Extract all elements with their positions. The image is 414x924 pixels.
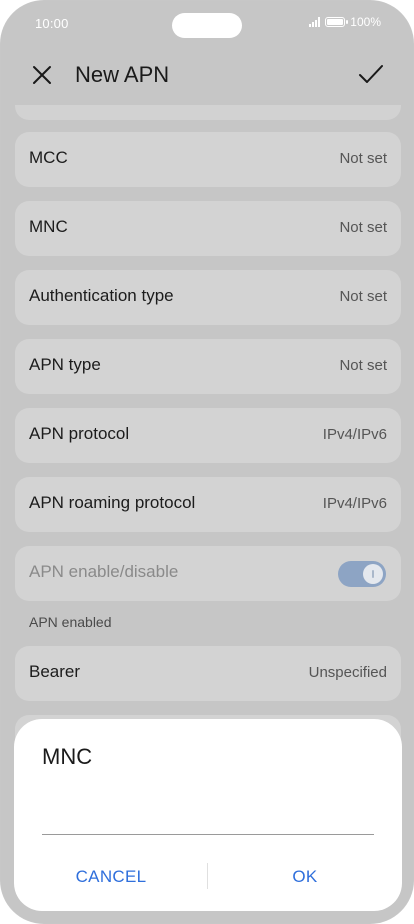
setting-value: Not set	[339, 357, 387, 374]
status-indicators: 100%	[309, 15, 381, 29]
phone-frame: 10:00 100% New APN MCC Not set MNC Not s…	[0, 0, 414, 924]
setting-value: IPv4/IPv6	[322, 426, 387, 443]
setting-row-apn-protocol[interactable]: APN protocol IPv4/IPv6	[15, 408, 401, 463]
toggle-knob	[363, 564, 383, 584]
mnc-input[interactable]	[42, 789, 374, 835]
battery-icon	[325, 17, 349, 27]
setting-row-apn-roaming-protocol[interactable]: APN roaming protocol IPv4/IPv6	[15, 477, 401, 532]
app-header: New APN	[1, 53, 413, 97]
battery-percent: 100%	[350, 15, 381, 29]
setting-row-apn-enable[interactable]: APN enable/disable	[15, 546, 401, 601]
setting-label: APN type	[29, 355, 101, 374]
setting-value: Not set	[339, 150, 387, 167]
setting-label: MNC	[29, 217, 68, 236]
status-bar: 10:00 100%	[1, 1, 413, 47]
dialog-actions: CANCEL OK	[14, 859, 402, 893]
close-icon	[33, 66, 51, 84]
camera-notch	[172, 13, 242, 38]
check-icon	[359, 65, 383, 83]
setting-value: IPv4/IPv6	[322, 495, 387, 512]
ok-button[interactable]: OK	[208, 867, 402, 887]
setting-row-mnc[interactable]: MNC Not set	[15, 201, 401, 256]
screen: 10:00 100% New APN MCC Not set MNC Not s…	[1, 1, 413, 923]
setting-row-authentication-type[interactable]: Authentication type Not set	[15, 270, 401, 325]
setting-label: APN enable/disable	[29, 562, 179, 581]
list-item-partial	[15, 105, 401, 120]
status-time: 10:00	[35, 16, 69, 31]
setting-value: Unspecified	[308, 664, 387, 681]
setting-value: Not set	[339, 288, 387, 305]
save-button[interactable]	[357, 61, 385, 89]
apn-enable-toggle[interactable]	[338, 561, 386, 587]
apn-status-note: APN enabled	[29, 614, 112, 630]
setting-value: Not set	[339, 219, 387, 236]
dialog-title: MNC	[42, 744, 93, 769]
signal-icon	[309, 17, 321, 27]
setting-row-mcc[interactable]: MCC Not set	[15, 132, 401, 187]
setting-label: MCC	[29, 148, 68, 167]
setting-label: APN roaming protocol	[29, 493, 196, 512]
setting-label: Authentication type	[29, 286, 174, 305]
page-title: New APN	[75, 62, 170, 87]
cancel-button[interactable]: CANCEL	[14, 867, 208, 887]
setting-row-apn-type[interactable]: APN type Not set	[15, 339, 401, 394]
setting-row-bearer[interactable]: Bearer Unspecified	[15, 646, 401, 701]
setting-label: Bearer	[29, 662, 81, 681]
mnc-dialog: MNC CANCEL OK	[14, 719, 402, 911]
setting-label: APN protocol	[29, 424, 130, 443]
close-button[interactable]	[29, 62, 55, 88]
